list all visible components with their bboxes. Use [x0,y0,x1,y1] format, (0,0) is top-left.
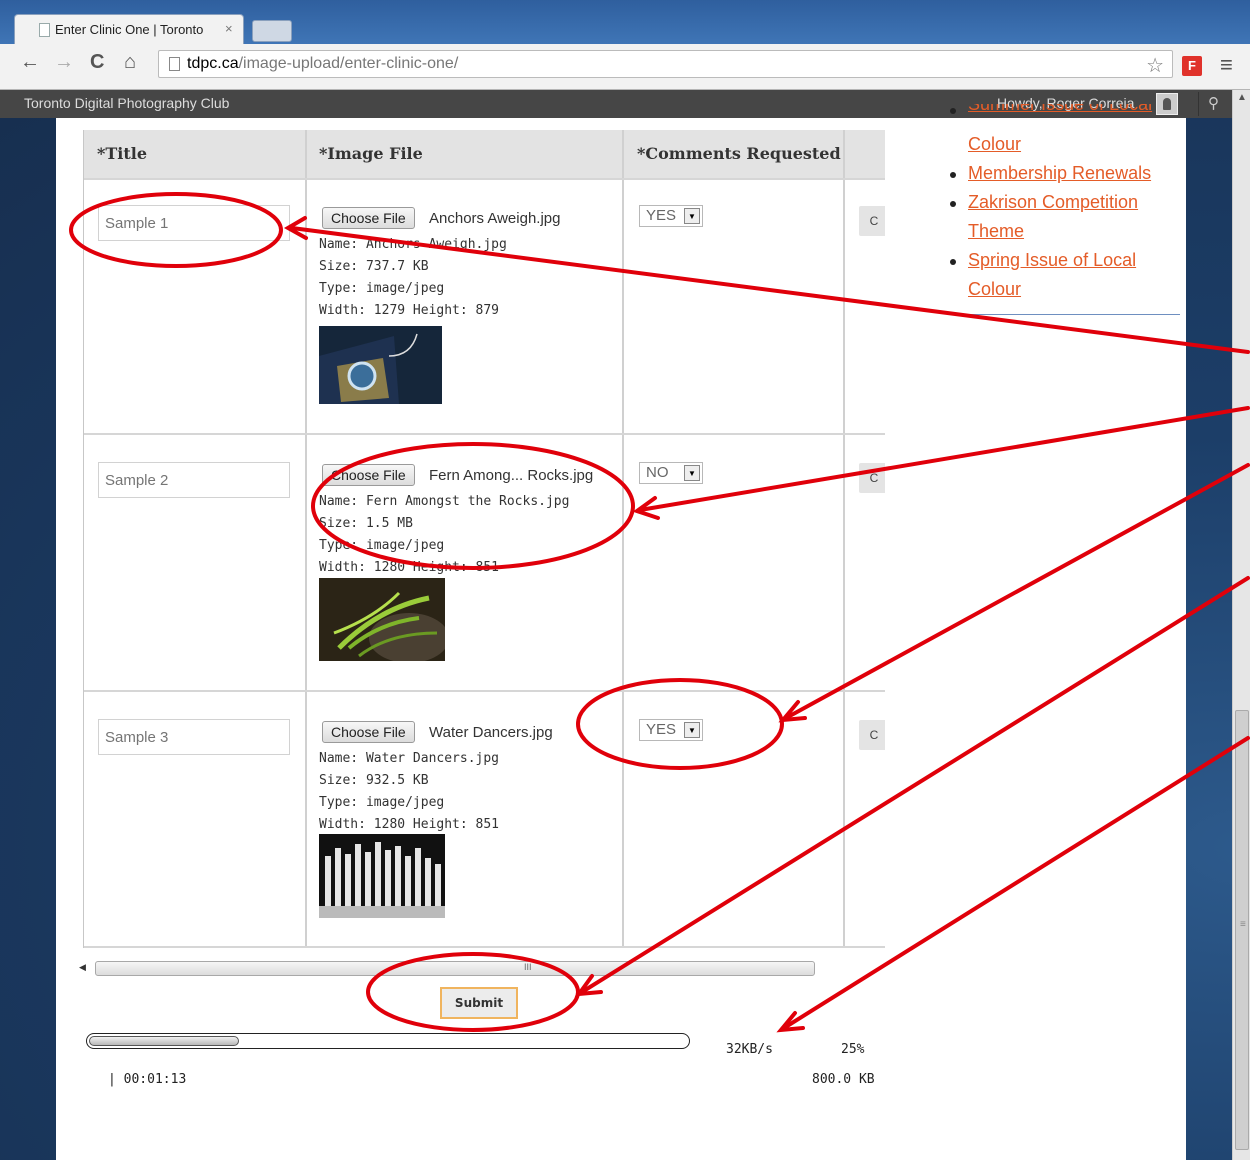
chrome-menu-icon[interactable]: ≡ [1220,52,1233,78]
chevron-down-icon: ▼ [684,722,700,738]
window-controls[interactable] [1090,2,1230,20]
sidebar-link[interactable]: Membership Renewals [968,159,1151,188]
page-scrollbar[interactable]: ▲ ≡ [1232,90,1250,1160]
sidebar-link[interactable]: Theme [968,217,1024,246]
home-icon[interactable]: ⌂ [124,52,136,72]
address-bar[interactable]: tdpc.ca/image-upload/enter-clinic-one/ ☆ [158,50,1173,78]
forward-icon[interactable]: → [54,52,74,72]
row-divider [84,690,885,692]
page-icon [169,57,180,71]
upload-table: *Title *Image File *Comments Requested C… [83,130,885,948]
file-meta-type: Type: image/jpeg [319,281,445,296]
choose-file-button[interactable]: Choose File [322,207,415,229]
sidebar-link[interactable]: Zakrison Competition [968,188,1138,217]
upload-percent: 25% [841,1042,865,1057]
sidebar-link[interactable]: Spring Issue of Local [968,246,1136,275]
choose-file-button[interactable]: Choose File [322,721,415,743]
clear-button[interactable]: C [859,720,885,750]
column-divider [843,130,845,948]
url-path: /image-upload/enter-clinic-one/ [238,55,459,72]
row-divider [84,433,885,435]
file-meta-type: Type: image/jpeg [319,538,445,553]
header-comments: *Comments Requested [637,144,841,163]
clear-button[interactable]: C [859,206,885,236]
table-horizontal-scrollbar[interactable]: ◀ III [75,960,885,978]
file-meta-dimensions: Width: 1280 Height: 851 [319,817,500,832]
chevron-down-icon: ▼ [684,208,700,224]
page-favicon-icon [39,23,50,37]
header-title: *Title [97,144,147,163]
image-thumbnail-anchor [319,326,442,404]
scrollbar-thumb[interactable]: ≡ [1235,710,1249,1150]
title-input[interactable] [98,205,290,241]
list-bullet [950,259,956,265]
comments-select-value: YES [646,207,677,224]
column-divider [622,130,624,948]
scroll-left-icon[interactable]: ◀ [79,962,86,973]
title-input[interactable] [98,462,290,498]
tab-strip: Enter Clinic One | Toronto × [0,0,1250,44]
elapsed-time: | 00:01:13 [108,1072,187,1087]
file-meta-name: Name: Water Dancers.jpg [319,751,500,766]
row-divider [84,178,885,180]
image-thumbnail-fountain [319,834,445,918]
comments-select[interactable]: YES ▼ [639,719,703,741]
list-bullet [950,172,956,178]
site-name-link[interactable]: Toronto Digital Photography Club [24,95,229,111]
list-bullet [950,201,956,207]
browser-tab[interactable]: Enter Clinic One | Toronto × [14,14,244,44]
sidebar-link[interactable]: Summer Issue of Local [968,104,1152,119]
file-meta-name: Name: Anchors Aweigh.jpg [319,237,507,252]
file-meta-name: Name: Fern Amongst the Rocks.jpg [319,494,570,509]
title-input[interactable] [98,719,290,755]
new-tab-button[interactable] [252,20,292,42]
sidebar-partial-item[interactable]: Summer Issue of Local [950,104,1180,124]
comments-select[interactable]: NO ▼ [639,462,703,484]
comments-select-value: YES [646,721,677,738]
image-thumbnail-fern [319,578,445,661]
comments-select[interactable]: YES ▼ [639,205,703,227]
flipboard-extension-icon[interactable]: F [1182,56,1202,76]
upload-progress-bar [86,1033,690,1049]
bookmark-star-icon[interactable]: ☆ [1146,53,1164,78]
selected-file-name: Anchors Aweigh.jpg [429,210,561,227]
choose-file-button[interactable]: Choose File [322,464,415,486]
browser-toolbar: ← → C ⌂ tdpc.ca/image-upload/enter-clini… [0,44,1250,90]
scroll-grip: III [524,962,532,972]
search-icon[interactable]: ⚲ [1198,92,1228,116]
sidebar-link[interactable]: Colour [968,130,1021,159]
column-divider [305,130,307,948]
clear-button[interactable]: C [859,463,885,493]
file-meta-size: Size: 1.5 MB [319,516,413,531]
upload-progress-fill [89,1036,239,1046]
tab-close-icon[interactable]: × [225,21,233,36]
scrollbar-grip-icon: ≡ [1240,919,1246,930]
header-image-file: *Image File [319,144,423,163]
comments-select-value: NO [646,464,669,481]
sidebar-divider [950,314,1180,315]
file-meta-dimensions: Width: 1279 Height: 879 [319,303,500,318]
file-meta-size: Size: 932.5 KB [319,773,429,788]
back-icon[interactable]: ← [20,52,40,72]
submit-button[interactable]: Submit [440,987,518,1019]
chevron-down-icon: ▼ [684,465,700,481]
row-divider [84,946,885,948]
selected-file-name: Fern Among... Rocks.jpg [429,467,594,484]
list-bullet [950,108,956,114]
url-host: tdpc.ca [187,55,239,72]
reload-icon[interactable]: C [90,52,104,72]
selected-file-name: Water Dancers.jpg [429,724,553,741]
address-url[interactable]: tdpc.ca/image-upload/enter-clinic-one/ [187,55,458,73]
file-meta-dimensions: Width: 1280 Height: 851 [319,560,500,575]
total-size: 800.0 KB [812,1072,875,1087]
tab-title: Enter Clinic One | Toronto [55,22,204,37]
file-meta-type: Type: image/jpeg [319,795,445,810]
upload-speed: 32KB/s [726,1042,773,1057]
sidebar-link[interactable]: Colour [968,275,1021,304]
table-header-row: *Title *Image File *Comments Requested [84,130,885,178]
scroll-up-icon[interactable]: ▲ [1237,92,1247,103]
horizontal-scroll-thumb[interactable]: III [95,961,815,976]
file-meta-size: Size: 737.7 KB [319,259,429,274]
